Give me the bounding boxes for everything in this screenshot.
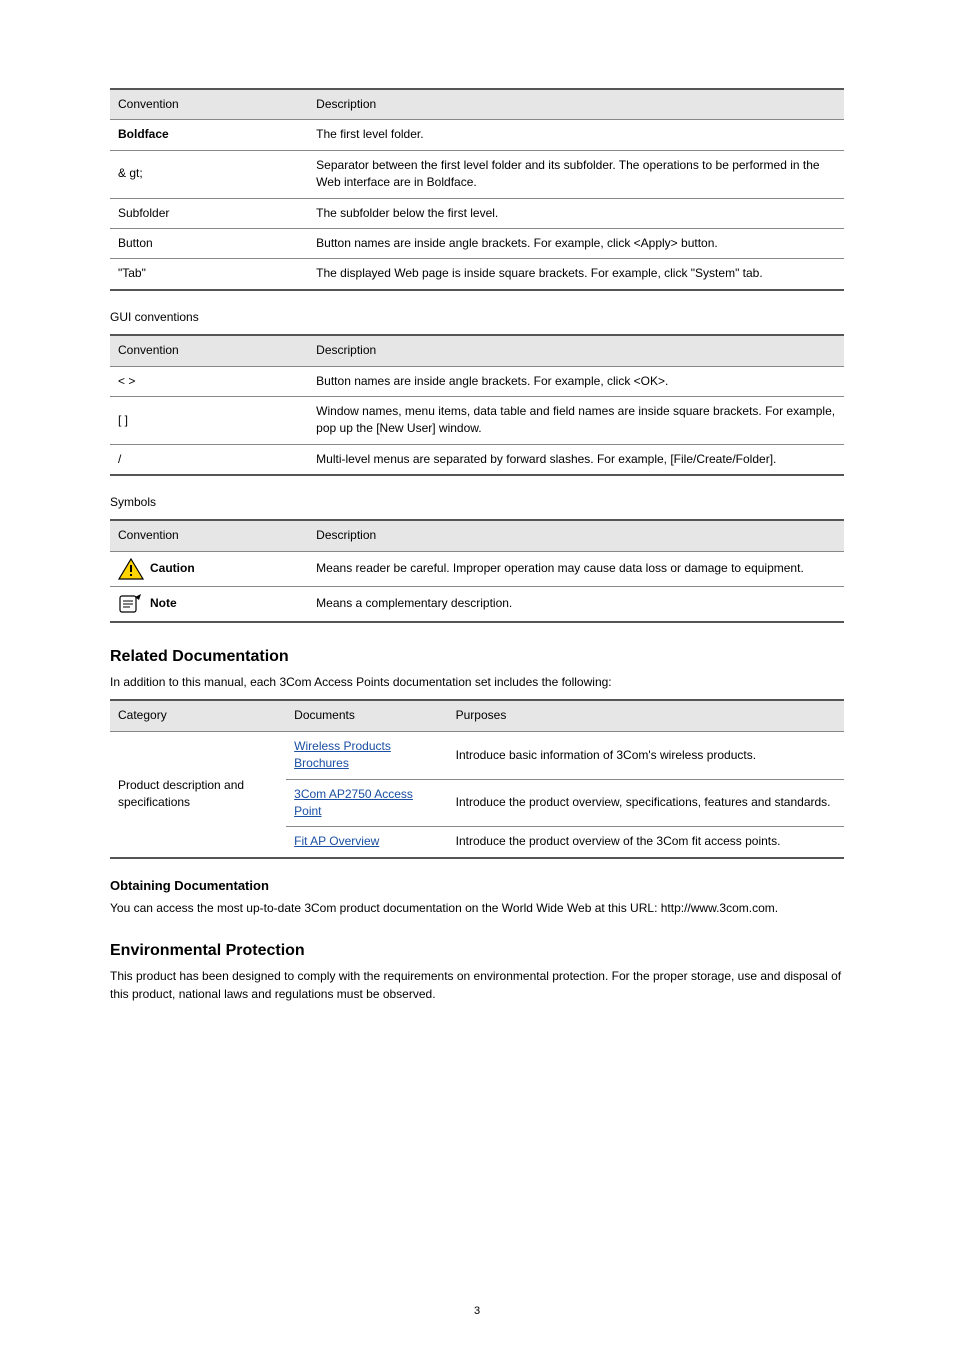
- related-docs-table: Category Documents Purposes Product desc…: [110, 699, 844, 858]
- related-documentation-intro: In addition to this manual, each 3Com Ac…: [110, 674, 844, 691]
- environmental-protection-heading: Environmental Protection: [110, 939, 844, 962]
- table-row: < > Button names are inside angle bracke…: [110, 366, 844, 396]
- cell: The first level folder.: [308, 120, 844, 150]
- symbols-table: Convention Description Caution Means rea…: [110, 519, 844, 622]
- related-documentation-heading: Related Documentation: [110, 645, 844, 668]
- cell: Button: [110, 228, 308, 258]
- table-row: Caution Means reader be careful. Imprope…: [110, 551, 844, 586]
- cell: Boldface: [118, 127, 169, 141]
- cell: & gt;: [110, 150, 308, 198]
- cell: Button names are inside angle brackets. …: [308, 228, 844, 258]
- cell: Means reader be careful. Improper operat…: [308, 551, 844, 586]
- cell: The displayed Web page is inside square …: [308, 259, 844, 290]
- th-description: Description: [308, 520, 844, 551]
- caution-icon: [118, 558, 144, 580]
- table-row: [ ] Window names, menu items, data table…: [110, 396, 844, 444]
- cell: < >: [110, 366, 308, 396]
- cell: Multi-level menus are separated by forwa…: [308, 444, 844, 475]
- caution-label: Caution: [150, 560, 195, 577]
- conventions-table: Convention Description Boldface The firs…: [110, 88, 844, 291]
- cell: Button names are inside angle brackets. …: [308, 366, 844, 396]
- symbols-caption: Symbols: [110, 494, 844, 511]
- table-row: Note Means a complementary description.: [110, 586, 844, 622]
- table-header-row: Convention Description: [110, 89, 844, 120]
- th-convention: Convention: [110, 89, 308, 120]
- table-header-row: Convention Description: [110, 520, 844, 551]
- th-description: Description: [308, 335, 844, 366]
- cell-category: Product description and specifications: [110, 731, 286, 857]
- doc-link[interactable]: Wireless Products Brochures: [294, 739, 391, 770]
- environmental-protection-para: This product has been designed to comply…: [110, 968, 844, 1003]
- page-number: 3: [0, 1304, 954, 1320]
- th-convention: Convention: [110, 335, 308, 366]
- note-label: Note: [150, 595, 177, 612]
- cell: /: [110, 444, 308, 475]
- doc-link[interactable]: 3Com AP2750 Access Point: [294, 787, 413, 818]
- cell: Introduce basic information of 3Com's wi…: [448, 731, 844, 779]
- table-row: Product description and specifications W…: [110, 731, 844, 779]
- table-header-row: Convention Description: [110, 335, 844, 366]
- th-documents: Documents: [286, 700, 447, 731]
- table-row: Boldface The first level folder.: [110, 120, 844, 150]
- th-convention: Convention: [110, 520, 308, 551]
- cell: Means a complementary description.: [308, 586, 844, 622]
- doc-link[interactable]: Fit AP Overview: [294, 834, 379, 848]
- cell: Introduce the product overview of the 3C…: [448, 827, 844, 858]
- note-icon: [118, 593, 144, 615]
- table-row: / Multi-level menus are separated by for…: [110, 444, 844, 475]
- cell: Window names, menu items, data table and…: [308, 396, 844, 444]
- th-description: Description: [308, 89, 844, 120]
- table-row: & gt; Separator between the first level …: [110, 150, 844, 198]
- table-row: Subfolder The subfolder below the first …: [110, 198, 844, 228]
- table-header-row: Category Documents Purposes: [110, 700, 844, 731]
- obtaining-documentation-para: You can access the most up-to-date 3Com …: [110, 900, 844, 917]
- cell: "Tab": [110, 259, 308, 290]
- gui-conventions-table: Convention Description < > Button names …: [110, 334, 844, 476]
- page: Convention Description Boldface The firs…: [0, 0, 954, 1350]
- cell: Separator between the first level folder…: [308, 150, 844, 198]
- cell: [ ]: [110, 396, 308, 444]
- th-category: Category: [110, 700, 286, 731]
- cell: The subfolder below the first level.: [308, 198, 844, 228]
- th-purposes: Purposes: [448, 700, 844, 731]
- gui-conventions-caption: GUI conventions: [110, 309, 844, 326]
- table-row: "Tab" The displayed Web page is inside s…: [110, 259, 844, 290]
- cell: Introduce the product overview, specific…: [448, 779, 844, 827]
- cell: Subfolder: [110, 198, 308, 228]
- table-row: Button Button names are inside angle bra…: [110, 228, 844, 258]
- obtaining-documentation-heading: Obtaining Documentation: [110, 877, 844, 896]
